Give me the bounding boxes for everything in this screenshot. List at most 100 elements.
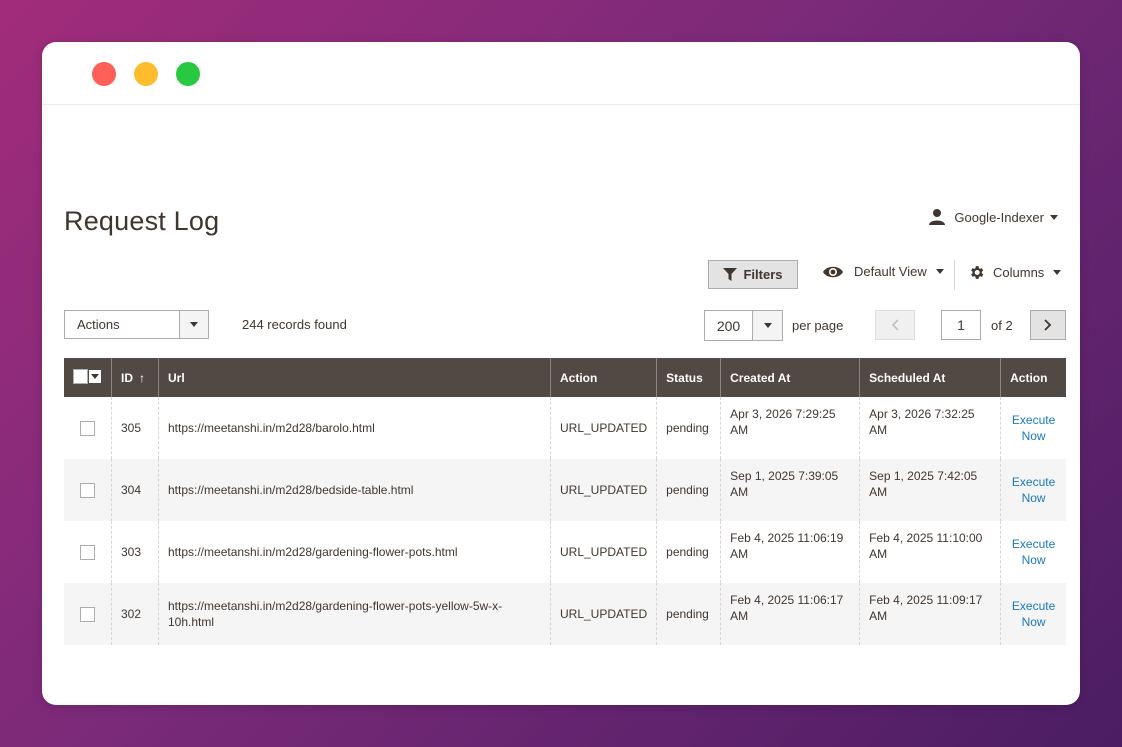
mass-actions-select[interactable]: Actions — [64, 310, 209, 339]
execute-cell: Execute Now — [1000, 397, 1066, 459]
filter-icon — [723, 268, 738, 281]
account-menu[interactable]: Google-Indexer — [928, 208, 1058, 226]
url-cell: https://meetanshi.in/m2d28/gardening-flo… — [158, 521, 551, 583]
per-page-select[interactable]: 200 — [704, 310, 783, 341]
column-header-status[interactable]: Status — [656, 358, 721, 397]
scheduled-at-cell: Apr 3, 2026 7:32:25 AM — [859, 397, 1001, 459]
view-label: Default View — [854, 264, 927, 279]
scheduled-at-cell: Feb 4, 2025 11:10:00 AM — [859, 521, 1001, 583]
execute-now-link[interactable]: Execute Now — [1010, 412, 1057, 444]
chevron-left-icon — [891, 319, 899, 331]
row-checkbox-cell — [64, 397, 112, 459]
chevron-down-icon — [1053, 270, 1062, 275]
execute-now-link[interactable]: Execute Now — [1010, 598, 1057, 630]
id-cell: 305 — [111, 397, 159, 459]
filters-button[interactable]: Filters — [708, 260, 798, 289]
select-all-header[interactable] — [64, 358, 112, 397]
row-checkbox-cell — [64, 521, 112, 583]
action-cell: URL_UPDATED — [549, 397, 657, 459]
maximize-window-button[interactable] — [176, 62, 200, 86]
action-cell: URL_UPDATED — [549, 459, 657, 521]
row-checkbox[interactable] — [80, 420, 95, 436]
column-header-id[interactable]: ID ↑ — [111, 358, 159, 397]
records-count: 244 records found — [242, 317, 347, 332]
sort-ascending-icon: ↑ — [139, 370, 145, 385]
account-name: Google-Indexer — [954, 209, 1044, 225]
action-cell: URL_UPDATED — [549, 521, 657, 583]
url-cell: https://meetanshi.in/m2d28/barolo.html — [158, 397, 551, 459]
chevron-down-icon — [89, 369, 101, 383]
status-header-label: Status — [666, 370, 703, 385]
columns-button[interactable]: Columns — [968, 264, 1062, 281]
scheduled-at-cell: Sep 1, 2025 7:42:05 AM — [859, 459, 1001, 521]
column-header-action[interactable]: Action — [549, 358, 657, 397]
current-page-input[interactable] — [941, 310, 981, 340]
request-log-table: ID ↑ Url Action Status Created At Schedul… — [64, 358, 1066, 645]
page-title: Request Log — [64, 206, 220, 236]
per-page-label: per page — [792, 318, 844, 333]
scheduled-at-cell: Feb 4, 2025 11:09:17 AM — [859, 583, 1001, 645]
close-window-button[interactable] — [92, 62, 116, 86]
chevron-down-icon — [935, 269, 944, 274]
url-header-label: Url — [168, 370, 185, 385]
chevron-down-icon — [179, 311, 208, 338]
row-checkbox-cell — [64, 459, 112, 521]
toolbar-divider — [954, 260, 955, 290]
user-icon — [929, 209, 946, 225]
status-cell: pending — [656, 583, 721, 645]
execute-now-link[interactable]: Execute Now — [1010, 536, 1057, 568]
status-cell: pending — [656, 397, 721, 459]
window-titlebar — [42, 42, 1080, 105]
id-cell: 304 — [111, 459, 159, 521]
columns-label: Columns — [993, 265, 1045, 280]
previous-page-button[interactable] — [875, 310, 915, 340]
created-at-cell: Feb 4, 2025 11:06:19 AM — [720, 521, 860, 583]
view-switcher[interactable]: Default View — [822, 264, 944, 279]
row-checkbox[interactable] — [80, 544, 95, 560]
id-cell: 303 — [111, 521, 159, 583]
chevron-right-icon — [1044, 319, 1052, 331]
url-cell: https://meetanshi.in/m2d28/bedside-table… — [158, 459, 551, 521]
chevron-down-icon — [752, 311, 782, 340]
created-at-header-label: Created At — [730, 370, 791, 385]
table-row: 302 https://meetanshi.in/m2d28/gardening… — [64, 583, 1066, 645]
total-pages: of 2 — [991, 318, 1013, 333]
row-checkbox-cell — [64, 583, 112, 645]
table-row: 304 https://meetanshi.in/m2d28/bedside-t… — [64, 459, 1066, 521]
url-cell: https://meetanshi.in/m2d28/gardening-flo… — [158, 583, 551, 645]
execute-cell: Execute Now — [1000, 521, 1066, 583]
created-at-cell: Apr 3, 2026 7:29:25 AM — [720, 397, 860, 459]
eye-icon — [823, 266, 843, 277]
id-cell: 302 — [111, 583, 159, 645]
next-page-button[interactable] — [1030, 310, 1066, 340]
execute-cell: Execute Now — [1000, 583, 1066, 645]
id-header-label: ID — [121, 370, 133, 385]
table-row: 303 https://meetanshi.in/m2d28/gardening… — [64, 521, 1066, 583]
gear-icon — [971, 266, 984, 279]
select-all-checkbox[interactable] — [73, 368, 101, 384]
table-row: 305 https://meetanshi.in/m2d28/barolo.ht… — [64, 397, 1066, 459]
filters-label: Filters — [743, 267, 783, 282]
created-at-cell: Feb 4, 2025 11:06:17 AM — [720, 583, 860, 645]
per-page-value: 200 — [716, 317, 741, 334]
row-action-header-label: Action — [1010, 370, 1048, 385]
app-window: Request Log Google-Indexer Filters Defau… — [42, 42, 1080, 705]
created-at-cell: Sep 1, 2025 7:39:05 AM — [720, 459, 860, 521]
minimize-window-button[interactable] — [134, 62, 158, 86]
actions-label: Actions — [77, 317, 120, 332]
execute-cell: Execute Now — [1000, 459, 1066, 521]
chevron-down-icon — [1050, 214, 1058, 220]
execute-now-link[interactable]: Execute Now — [1010, 474, 1057, 506]
scheduled-at-header-label: Scheduled At — [869, 370, 946, 385]
status-cell: pending — [656, 459, 721, 521]
column-header-created-at[interactable]: Created At — [720, 358, 860, 397]
column-header-scheduled-at[interactable]: Scheduled At — [859, 358, 1001, 397]
column-header-url[interactable]: Url — [158, 358, 551, 397]
action-header-label: Action — [560, 370, 598, 385]
column-header-row-action: Action — [1000, 358, 1066, 397]
row-checkbox[interactable] — [80, 482, 95, 498]
table-header-row: ID ↑ Url Action Status Created At Schedul… — [64, 358, 1066, 397]
status-cell: pending — [656, 521, 721, 583]
action-cell: URL_UPDATED — [549, 583, 657, 645]
row-checkbox[interactable] — [80, 606, 95, 622]
